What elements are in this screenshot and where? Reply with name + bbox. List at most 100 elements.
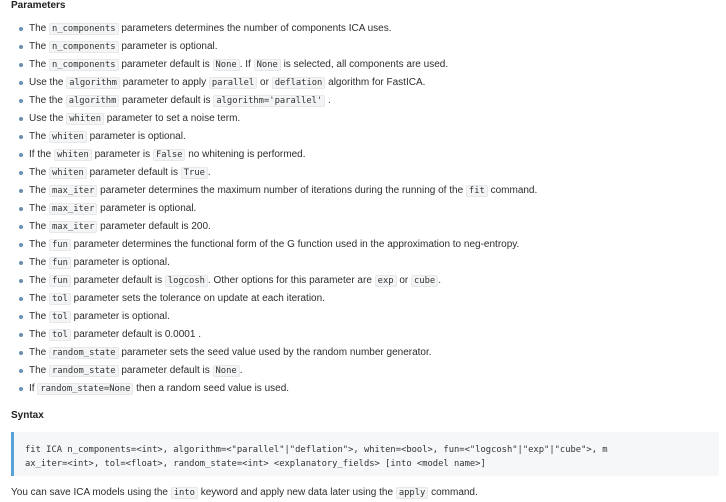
list-item-text: parameter is bbox=[91, 149, 153, 160]
bullet-icon bbox=[19, 297, 23, 301]
list-item: If random_state=None then a random seed … bbox=[0, 380, 726, 398]
inline-code: random_state bbox=[49, 347, 119, 359]
inline-code: tol bbox=[49, 329, 71, 341]
inline-code: fun bbox=[49, 239, 71, 251]
list-item-text: parameter default is bbox=[118, 59, 213, 70]
list-item-text: . bbox=[239, 365, 243, 376]
bullet-icon bbox=[19, 225, 23, 229]
list-item-text: The bbox=[29, 329, 50, 340]
list-item-text: The bbox=[29, 293, 50, 304]
list-item-text: The bbox=[29, 167, 50, 178]
inline-code: whiten bbox=[54, 149, 92, 161]
list-item-text: The bbox=[29, 203, 50, 214]
inline-code: fun bbox=[49, 257, 71, 269]
list-item-text: Use the bbox=[29, 77, 67, 88]
inline-code: max_iter bbox=[49, 203, 98, 215]
list-item-text: parameter is optional. bbox=[70, 311, 170, 322]
list-item-text: The bbox=[29, 221, 50, 232]
list-item: The fun parameter determines the functio… bbox=[0, 236, 726, 254]
list-item: The n_components parameter is optional. bbox=[0, 38, 726, 56]
parameters-heading: Parameters bbox=[11, 0, 66, 11]
list-item: The whiten parameter is optional. bbox=[0, 128, 726, 146]
bullet-icon bbox=[19, 261, 23, 265]
list-item-text: parameter sets the seed value used by th… bbox=[118, 347, 432, 358]
bullet-icon bbox=[19, 63, 23, 67]
list-item: The tol parameter default is 0.0001 . bbox=[0, 326, 726, 344]
bullet-icon bbox=[19, 99, 23, 103]
list-item-text: If the bbox=[29, 149, 55, 160]
list-item-text: parameter default is bbox=[86, 167, 181, 178]
list-item-text: algorithm for FastICA. bbox=[325, 77, 426, 88]
inline-code: False bbox=[152, 149, 186, 161]
list-item: The max_iter parameter is optional. bbox=[0, 200, 726, 218]
list-item-text: . bbox=[325, 95, 331, 106]
inline-code: tol bbox=[49, 293, 71, 305]
syntax-line-1: fit ICA n_components=<int>, algorithm=<"… bbox=[25, 445, 608, 455]
inline-code: random_state bbox=[49, 365, 119, 377]
inline-code: parallel bbox=[208, 77, 258, 89]
list-item-text: The the bbox=[29, 95, 66, 106]
bullet-icon bbox=[19, 27, 23, 31]
list-item-text: The bbox=[29, 23, 50, 34]
bullet-icon bbox=[19, 387, 23, 391]
list-item-text: is selected, all components are used. bbox=[280, 59, 449, 70]
inline-code: into bbox=[170, 487, 198, 499]
bullet-icon bbox=[19, 333, 23, 337]
list-item-text: parameter to apply bbox=[119, 77, 209, 88]
inline-code: None bbox=[253, 59, 281, 71]
list-item-text: . bbox=[207, 167, 211, 178]
inline-code: algorithm='parallel' bbox=[213, 95, 326, 107]
inline-code: fit bbox=[465, 185, 488, 197]
bullet-icon bbox=[19, 81, 23, 85]
list-item: The n_components parameter default is No… bbox=[0, 56, 726, 74]
list-item-text: The bbox=[29, 239, 50, 250]
inline-code: max_iter bbox=[49, 185, 98, 197]
list-item-text: parameter is optional. bbox=[118, 41, 218, 52]
list-item-text: no whitening is performed. bbox=[185, 149, 306, 160]
list-item-text: parameter is optional. bbox=[70, 257, 170, 268]
syntax-line-2: ax_iter=<int>, tol=<float>, random_state… bbox=[25, 459, 486, 469]
list-item-text: parameter default is bbox=[70, 275, 165, 286]
list-item-text: parameter determines the maximum number … bbox=[97, 185, 466, 196]
list-item: The random_state parameter default is No… bbox=[0, 362, 726, 380]
parameters-list: The n_components parameters determines t… bbox=[0, 20, 726, 398]
list-item-text: then a random seed value is used. bbox=[133, 383, 290, 394]
bullet-icon bbox=[19, 117, 23, 121]
inline-code: apply bbox=[395, 487, 429, 499]
list-item-text: The bbox=[29, 41, 50, 52]
list-item: Use the whiten parameter to set a noise … bbox=[0, 110, 726, 128]
list-item: The fun parameter is optional. bbox=[0, 254, 726, 272]
list-item-text: or bbox=[396, 275, 412, 286]
list-item: The fun parameter default is logcosh. Ot… bbox=[0, 272, 726, 290]
bullet-icon bbox=[19, 153, 23, 157]
inline-code: whiten bbox=[49, 167, 87, 179]
list-item-text: The bbox=[29, 257, 50, 268]
inline-code: None bbox=[212, 59, 240, 71]
list-item-text: parameters determines the number of comp… bbox=[118, 23, 392, 34]
list-item-text: parameter is optional. bbox=[86, 131, 186, 142]
list-item-text: The bbox=[29, 59, 50, 70]
list-item-text: The bbox=[29, 185, 50, 196]
list-item-text: The bbox=[29, 131, 50, 142]
inline-code: n_components bbox=[49, 41, 119, 53]
bullet-icon bbox=[19, 279, 23, 283]
list-item-text: . bbox=[438, 275, 441, 286]
bullet-icon bbox=[19, 171, 23, 175]
inline-code: n_components bbox=[49, 59, 119, 71]
footer-note: You can save ICA models using the into k… bbox=[11, 486, 478, 500]
list-item-text: parameter default is 200. bbox=[97, 221, 211, 232]
list-item-text: The bbox=[29, 365, 50, 376]
inline-code: random_state=None bbox=[37, 383, 134, 395]
list-item-text: parameter default is bbox=[119, 95, 214, 106]
list-item-text: parameter determines the functional form… bbox=[70, 239, 520, 250]
inline-code: whiten bbox=[66, 113, 105, 125]
bullet-icon bbox=[19, 369, 23, 373]
bullet-icon bbox=[19, 207, 23, 211]
inline-code: logcosh bbox=[164, 275, 208, 287]
inline-code: None bbox=[212, 365, 240, 377]
list-item-text: The bbox=[29, 311, 50, 322]
list-item: The whiten parameter default is True. bbox=[0, 164, 726, 182]
inline-code: algorithm bbox=[66, 77, 120, 89]
inline-code: n_components bbox=[49, 23, 119, 35]
list-item: Use the algorithm parameter to apply par… bbox=[0, 74, 726, 92]
